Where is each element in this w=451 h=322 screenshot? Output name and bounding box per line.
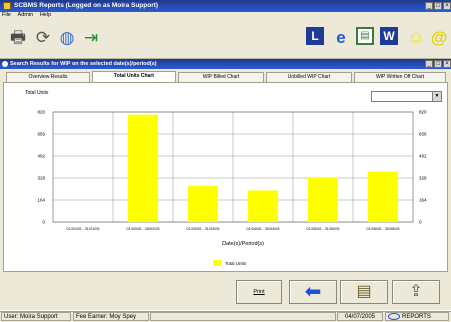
x-tick-label: 01/06/05 - 30/06/05 bbox=[367, 227, 400, 231]
chart-bar bbox=[128, 114, 158, 222]
l-icon[interactable]: L bbox=[306, 27, 324, 45]
results-maximize-button[interactable]: □ bbox=[434, 60, 442, 68]
menu-help[interactable]: Help bbox=[40, 12, 51, 18]
doc-icon[interactable]: ▤ bbox=[356, 27, 374, 45]
status-app: REPORTS bbox=[385, 312, 449, 321]
chart-bar bbox=[188, 185, 218, 222]
status-app-name: REPORTS bbox=[402, 314, 431, 320]
y-tick-label-right: 492 bbox=[419, 154, 427, 159]
chart-bars bbox=[128, 114, 398, 222]
printer-icon[interactable]: 🖶 bbox=[7, 27, 29, 49]
export-icon: ⇪ bbox=[409, 283, 423, 300]
tab-wip-written-off-chart[interactable]: WIP Written Off Chart bbox=[354, 72, 446, 82]
x-axis-label: Date(s)/Period(s) bbox=[222, 241, 264, 247]
ie-icon[interactable]: e bbox=[330, 27, 352, 49]
status-fee-earner: Fee Earner: Moy Spey bbox=[73, 312, 149, 321]
status-spacer bbox=[150, 312, 336, 321]
back-button[interactable]: ⬅ bbox=[289, 280, 337, 304]
chart-title: Total Units bbox=[25, 90, 49, 96]
app-logo-icon bbox=[388, 313, 400, 320]
status-date: 04/07/2005 bbox=[337, 312, 383, 321]
y-tick-label-right: 656 bbox=[419, 132, 427, 137]
total-units-chart: Total Units 0 0 164 164 328 328 492 492 656 656 82… bbox=[25, 90, 427, 266]
chart-bar bbox=[368, 171, 398, 222]
smiley-icon[interactable]: ☺ bbox=[405, 27, 427, 49]
y-tick-label-left: 164 bbox=[37, 198, 45, 203]
x-tick-label: 01/01/05 - 31/01/05 bbox=[67, 227, 100, 231]
menu-admin[interactable]: Admin bbox=[18, 12, 34, 18]
menu-bar: File Admin Help bbox=[0, 12, 451, 21]
results-close-button[interactable]: × bbox=[443, 60, 451, 68]
chart-bar bbox=[308, 177, 338, 222]
globe-icon[interactable]: ◍ bbox=[56, 27, 78, 49]
report-icon: ▤ bbox=[356, 283, 372, 300]
report-button[interactable]: ▤ bbox=[340, 280, 388, 304]
y-tick-label-left: 328 bbox=[37, 176, 45, 181]
y-tick-label-right: 164 bbox=[419, 198, 427, 203]
y-tick-label-right: 0 bbox=[419, 220, 422, 225]
tab-total-units-chart[interactable]: Total Units Chart bbox=[92, 71, 176, 82]
results-minimize-button[interactable]: _ bbox=[425, 60, 433, 68]
results-window-title-bar: Search Results for WIP on the selected d… bbox=[0, 59, 451, 69]
app-icon bbox=[3, 2, 11, 10]
legend-label: Total Units bbox=[225, 261, 247, 266]
export-button[interactable]: ⇪ bbox=[392, 280, 440, 304]
status-user: User: Moira Support bbox=[1, 312, 71, 321]
print-button-label: Print bbox=[253, 289, 265, 295]
x-tick-label: 01/05/05 - 31/05/05 bbox=[307, 227, 340, 231]
window-title-bar: SCBMS Reports (Logged on as Moira Suppor… bbox=[0, 0, 451, 12]
y-tick-label-left: 656 bbox=[37, 132, 45, 137]
y-tick-label-right: 328 bbox=[419, 176, 427, 181]
legend-swatch bbox=[213, 260, 221, 266]
maximize-button[interactable]: □ bbox=[434, 2, 442, 10]
x-tick-label: 01/04/05 - 30/04/05 bbox=[247, 227, 280, 231]
chart-bar bbox=[248, 190, 278, 222]
tab-unbilled-wip-chart[interactable]: Unbilled WIP Chart bbox=[266, 72, 352, 82]
minimize-button[interactable]: _ bbox=[425, 2, 433, 10]
close-button[interactable]: × bbox=[443, 2, 451, 10]
y-tick-label-left: 0 bbox=[42, 220, 45, 225]
x-tick-label: 01/03/05 - 31/03/05 bbox=[187, 227, 220, 231]
tab-overview-results[interactable]: Overview Results bbox=[6, 72, 90, 82]
y-tick-label-right: 820 bbox=[419, 110, 427, 115]
menu-file[interactable]: File bbox=[2, 12, 11, 18]
exit-icon[interactable]: ⇥ bbox=[80, 27, 102, 49]
at-icon[interactable]: @ bbox=[428, 27, 450, 49]
tab-wip-billed-chart[interactable]: WIP Billed Chart bbox=[178, 72, 264, 82]
y-tick-label-left: 492 bbox=[37, 154, 45, 159]
results-window-title: Search Results for WIP on the selected d… bbox=[10, 61, 157, 67]
refresh-icon[interactable]: ⟳ bbox=[32, 27, 54, 49]
print-button[interactable]: Print bbox=[236, 280, 282, 304]
back-arrow-icon: ⬅ bbox=[304, 281, 322, 303]
chart-x-ticks: 01/01/05 - 31/01/05 01/02/05 - 28/02/05 01… bbox=[67, 227, 400, 231]
x-tick-label: 01/02/05 - 28/02/05 bbox=[127, 227, 160, 231]
chart-grid bbox=[52, 111, 414, 223]
window-title: SCBMS Reports (Logged on as Moira Suppor… bbox=[14, 2, 159, 9]
y-tick-label-left: 820 bbox=[37, 110, 45, 115]
results-window-icon bbox=[2, 61, 8, 67]
w-icon[interactable]: W bbox=[380, 27, 398, 45]
